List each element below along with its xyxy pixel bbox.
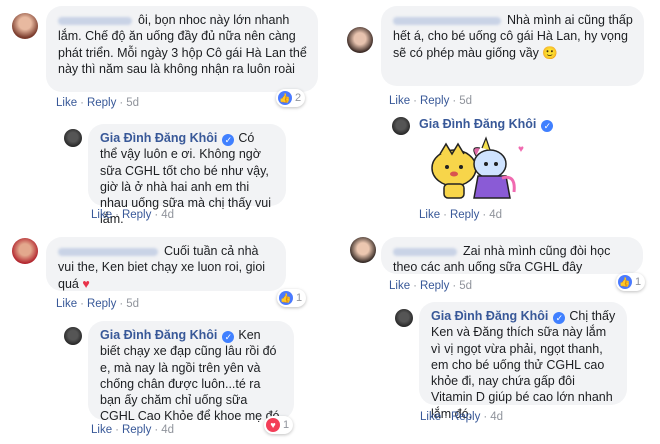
comment-age[interactable]: 5d — [126, 298, 139, 310]
verified-badge-icon: ✓ — [553, 312, 566, 324]
comment-age[interactable]: 5d — [126, 97, 139, 109]
like-link[interactable]: Like — [420, 411, 441, 423]
reply-bubble: Gia Đình Đăng Khôi ✓ Chị thấy Ken và Đăng … — [419, 302, 627, 421]
commenter-avatar[interactable] — [12, 13, 38, 39]
reply-author[interactable]: Gia Đình Đăng Khôi — [100, 131, 217, 145]
reply-author[interactable]: Gia Đình Đăng Khôi — [431, 309, 548, 323]
reply-link[interactable]: Reply — [122, 424, 151, 436]
comment-age[interactable]: 5d — [459, 95, 472, 107]
like-link[interactable]: Like — [91, 424, 112, 436]
reply-bubble: Gia Đình Đăng Khôi ✓ Có thể vậy luôn e ơi.… — [88, 124, 286, 226]
like-link[interactable]: Like — [56, 97, 77, 109]
like-icon: 👍 — [618, 275, 632, 289]
reply-age[interactable]: 4d — [161, 424, 174, 436]
reply-link[interactable]: Reply — [420, 280, 449, 292]
like-icon: 👍 — [278, 91, 292, 105]
like-icon: 👍 — [279, 291, 293, 305]
page-avatar[interactable] — [64, 129, 82, 147]
love-icon: ♥ — [266, 418, 280, 432]
commenter-avatar[interactable] — [350, 237, 376, 263]
svg-text:♥: ♥ — [518, 144, 524, 155]
comment-bubble: Cuối tuần cả nhà vui the, Ken biet chạy … — [46, 237, 286, 291]
page-avatar[interactable] — [64, 327, 82, 345]
reaction-count: 1 — [635, 276, 642, 288]
reaction-count: 1 — [283, 419, 290, 431]
reply-age[interactable]: 4d — [161, 209, 174, 221]
verified-badge-icon: ✓ — [222, 331, 235, 343]
reaction-counter[interactable]: 👍 1 — [616, 273, 646, 291]
reply-link[interactable]: Reply — [122, 209, 151, 221]
reply-actions: Like · Reply · 4d — [419, 209, 502, 221]
comment-actions: Like · Reply · 5d — [389, 95, 472, 107]
reaction-count: 2 — [295, 92, 302, 104]
reply-actions: Like · Reply · 4d — [91, 209, 174, 221]
like-link[interactable]: Like — [389, 280, 410, 292]
reply-text: Ken biết chạy xe đạp cũng lâu rồi đó e, … — [100, 328, 280, 424]
commenter-name-blurred[interactable] — [393, 16, 501, 25]
comment-bubble: ôi, bọn nhoc này lớn nhanh lắm. Chế độ ă… — [46, 6, 318, 92]
reaction-count: 1 — [296, 292, 303, 304]
commenter-avatar[interactable] — [12, 238, 38, 264]
page-avatar[interactable] — [395, 309, 413, 327]
comment-bubble: Nhà mình ai cũng thấp hết á, cho bé uống… — [381, 6, 644, 86]
reply-link[interactable]: Reply — [450, 209, 479, 221]
commenter-name-blurred[interactable] — [393, 247, 457, 256]
like-link[interactable]: Like — [419, 209, 440, 221]
reaction-counter[interactable]: ♥ 1 — [264, 416, 294, 434]
reply-link[interactable]: Reply — [420, 95, 449, 107]
like-link[interactable]: Like — [56, 298, 77, 310]
comment-actions: Like · Reply · 5d — [389, 280, 472, 292]
reaction-counter[interactable]: 👍 1 — [277, 289, 307, 307]
heart-emoji-icon: ♥ — [82, 276, 90, 291]
reply-author[interactable]: Gia Đình Đăng Khôi — [100, 328, 217, 342]
reply-age[interactable]: 4d — [489, 209, 502, 221]
reply-actions: Like · Reply · 4d — [420, 411, 503, 423]
reply-age[interactable]: 4d — [490, 411, 503, 423]
commenter-name-blurred[interactable] — [58, 247, 158, 256]
commenter-avatar[interactable] — [347, 27, 373, 53]
reply-link[interactable]: Reply — [87, 97, 116, 109]
reply-bubble: Gia Đình Đăng Khôi ✓ Ken biết chạy xe đạp … — [88, 321, 294, 424]
reply-author[interactable]: Gia Đình Đăng Khôi — [419, 117, 536, 131]
reply-link[interactable]: Reply — [451, 411, 480, 423]
reply-text: Chị thấy Ken và Đăng thích sữa này lắm v… — [431, 309, 616, 421]
bt21-sticker: ♥ — [431, 136, 524, 199]
reply-actions: Like · Reply · 4d — [91, 424, 174, 436]
comment-bubble: Zai nhà mình cũng đòi học theo các anh u… — [381, 237, 643, 274]
reply-header: Gia Đình Đăng Khôi ✓ — [419, 117, 557, 132]
verified-badge-icon: ✓ — [222, 134, 235, 146]
reply-link[interactable]: Reply — [87, 298, 116, 310]
reaction-counter[interactable]: 👍 2 — [276, 89, 306, 107]
verified-badge-icon: ✓ — [541, 120, 554, 132]
page-avatar[interactable] — [392, 117, 410, 135]
comment-actions: Like · Reply · 5d — [56, 298, 139, 310]
like-link[interactable]: Like — [91, 209, 112, 221]
commenter-name-blurred[interactable] — [58, 16, 132, 25]
smile-emoji-icon: 🙂 — [542, 45, 558, 60]
comment-actions: Like · Reply · 5d — [56, 97, 139, 109]
like-link[interactable]: Like — [389, 95, 410, 107]
comment-age[interactable]: 5d — [459, 280, 472, 292]
